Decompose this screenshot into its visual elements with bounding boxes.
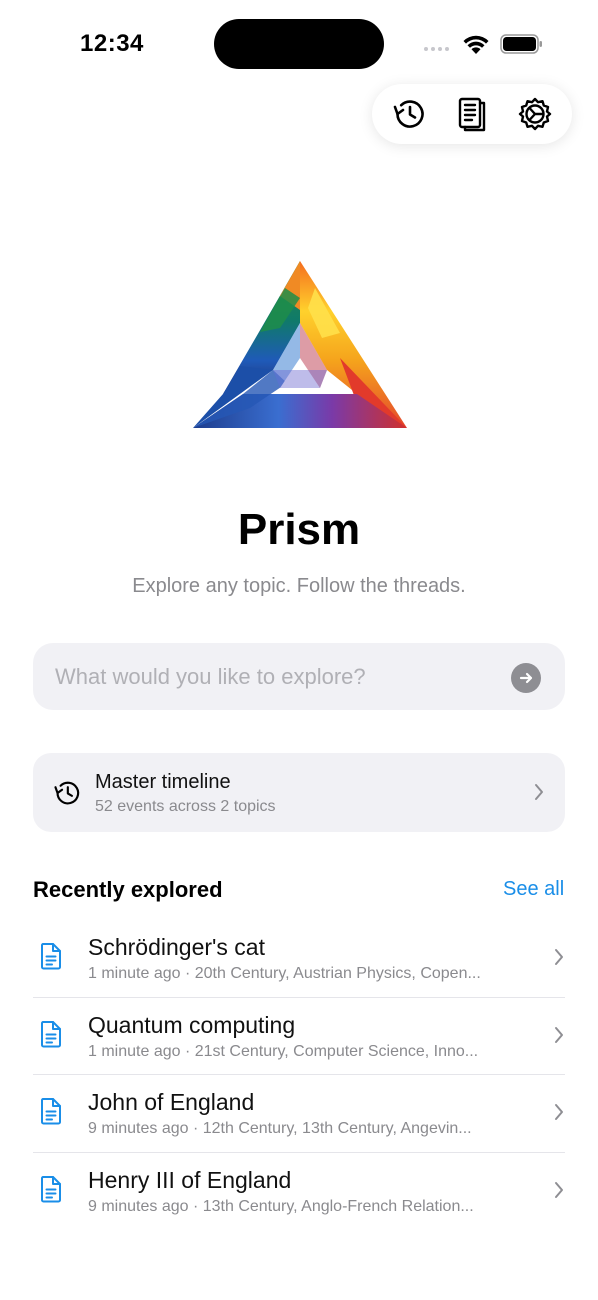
timeline-subtitle: 52 events across 2 topics — [95, 798, 276, 815]
list-item-title: Quantum computing — [88, 1011, 296, 1038]
document-icon — [41, 943, 61, 970]
document-icon — [41, 1020, 61, 1047]
status-time: 12:34 — [80, 30, 144, 57]
settings-button[interactable] — [510, 89, 560, 139]
see-all-link[interactable]: See all — [503, 878, 564, 901]
list-item-title: John of England — [88, 1089, 255, 1115]
recent-section-title: Recently explored — [33, 877, 223, 902]
arrow-right-icon — [519, 672, 533, 684]
document-icon — [41, 1098, 61, 1125]
list-item-meta: 9 minutes ago · 13th Century, Anglo-Fren… — [88, 1197, 474, 1215]
master-timeline-card[interactable]: Master timeline 52 events across 2 topic… — [33, 753, 565, 832]
recent-list: Schrödinger's cat 1 minute ago · 20th Ce… — [33, 920, 565, 1230]
wifi-icon — [463, 35, 489, 54]
submit-search-button[interactable] — [511, 663, 541, 693]
chevron-right-icon — [535, 784, 543, 800]
list-item-title: Schrödinger's cat — [88, 934, 265, 960]
prism-logo — [193, 261, 407, 428]
search-input[interactable] — [55, 643, 495, 710]
document-icon — [41, 1175, 61, 1202]
timeline-title: Master timeline — [95, 771, 231, 793]
list-item-title: Henry III of England — [88, 1166, 292, 1193]
list-item[interactable]: Quantum computing 1 minute ago · 21st Ce… — [33, 998, 565, 1075]
top-toolbar — [372, 84, 572, 144]
settings-icon — [518, 97, 551, 131]
notebook-icon — [458, 97, 486, 132]
status-bar: 12:34 — [0, 0, 598, 88]
list-item[interactable]: Schrödinger's cat 1 minute ago · 20th Ce… — [33, 920, 565, 998]
list-item[interactable]: Henry III of England 9 minutes ago · 13t… — [33, 1153, 565, 1231]
chevron-right-icon — [555, 1026, 563, 1043]
history-button[interactable] — [384, 89, 434, 139]
cellular-signal-icon — [424, 47, 449, 51]
history-icon — [54, 781, 80, 805]
search-field — [33, 643, 565, 710]
dynamic-island — [214, 19, 384, 69]
notes-button[interactable] — [447, 89, 497, 139]
history-icon — [394, 100, 425, 128]
chevron-right-icon — [555, 1181, 563, 1198]
list-item-meta: 9 minutes ago · 12th Century, 13th Centu… — [88, 1120, 472, 1137]
app-tagline: Explore any topic. Follow the threads. — [132, 575, 466, 597]
chevron-right-icon — [555, 1104, 563, 1120]
list-item-meta: 1 minute ago · 21st Century, Computer Sc… — [88, 1042, 479, 1060]
list-item[interactable]: John of England 9 minutes ago · 12th Cen… — [33, 1075, 565, 1153]
battery-icon — [500, 34, 542, 54]
chevron-right-icon — [555, 949, 563, 965]
list-item-meta: 1 minute ago · 20th Century, Austrian Ph… — [88, 965, 481, 982]
app-title: Prism — [237, 505, 361, 554]
